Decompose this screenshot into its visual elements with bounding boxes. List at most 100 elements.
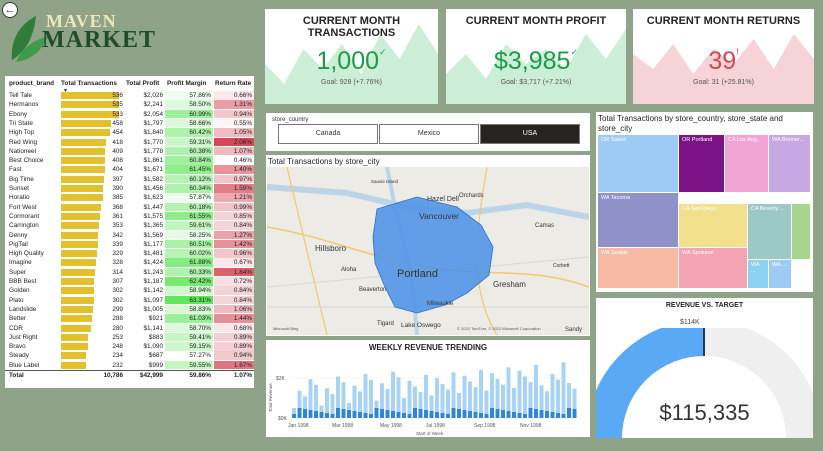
treemap-visual[interactable]: Total Transactions by store_country, sto… [596, 112, 813, 292]
table-row[interactable]: Ebony 533 $2,054 60.99% 0.94% [5, 109, 254, 119]
cell-margin: 62.42% [165, 277, 213, 286]
weekly-plot[interactable]: Total Revenue $2K $0K Jan 1998 Mar 1998 … [266, 352, 590, 437]
table-row[interactable]: Imagine 328 $1,424 61.88% 0.67% [5, 258, 254, 267]
cell-profit: $1,142 [143, 287, 163, 295]
kpi-card-transactions[interactable]: CURRENT MONTH TRANSACTIONS 1,000✓ Goal: 92… [265, 9, 438, 104]
table-row[interactable]: Plato 302 $1,097 63.31% 0.84% [5, 295, 254, 305]
cell-return-rate: 0.97% [214, 174, 254, 184]
header-brand[interactable]: product_brand [9, 80, 54, 87]
cell-profit: $1,424 [143, 259, 163, 267]
cell-brand: BBB Best [9, 278, 37, 285]
header-margin[interactable]: Profit Margin [167, 80, 206, 87]
kpi-value: 1,000✓ [316, 47, 387, 75]
table-row[interactable]: Red Wing 418 $1,770 59.31% 2.06% [5, 137, 254, 147]
treemap-cell[interactable]: WA Bremer... [769, 135, 810, 192]
weekly-revenue-chart[interactable]: WEEKLY REVENUE TRENDING Total Revenue $2… [266, 340, 590, 437]
weekly-bar-current [572, 409, 577, 418]
table-row[interactable]: Denny 342 $1,569 58.25% 1.27% [5, 230, 254, 240]
treemap-cell[interactable]: CA Los Ang... [725, 135, 768, 192]
weekly-bar-current [303, 409, 307, 418]
treemap-cell[interactable]: CA San Diego [679, 204, 747, 247]
treemap-cell[interactable]: WA Tacoma [598, 193, 678, 247]
cell-margin: 61.45% [165, 165, 213, 174]
table-row[interactable]: Big Time 397 $1,582 60.12% 0.97% [5, 174, 254, 184]
table-row[interactable]: Golden 302 $1,142 58.94% 0.84% [5, 286, 254, 295]
weekly-title: WEEKLY REVENUE TRENDING [368, 343, 488, 352]
slicer-option-mexico[interactable]: Mexico [379, 124, 479, 144]
table-row[interactable]: Super 314 $1,243 60.33% 1.84% [5, 267, 254, 277]
revenue-target-gauge[interactable]: REVENUE VS. TARGET $114K $115,335 [596, 298, 813, 438]
table-row[interactable]: Steady 234 $687 57.27% 0.94% [5, 351, 254, 360]
table-row[interactable]: Tri State 458 $1,797 58.66% 0.55% [5, 118, 254, 128]
treemap-cell[interactable]: WA ... [769, 260, 791, 288]
treemap-cell[interactable]: OR Salem [598, 135, 678, 192]
cell-return-rate: 0.84% [214, 286, 254, 295]
table-row[interactable]: Horatio 385 $1,623 57.87% 1.21% [5, 193, 254, 202]
cell-brand: Cormorant [9, 212, 40, 220]
table-row[interactable]: Fast 404 $1,671 61.45% 1.40% [5, 165, 254, 174]
cell-transactions: 234 [112, 352, 123, 360]
table-row[interactable]: CDR 280 $1,141 58.70% 0.68% [5, 323, 254, 333]
map-canvas[interactable]: Hazel Dell Orchards Vancouver Hillsboro … [267, 167, 589, 335]
cell-return-rate: 1.84% [214, 267, 254, 277]
svg-text:Jan 1998: Jan 1998 [288, 423, 309, 429]
cell-brand: Red Wing [9, 138, 38, 146]
header-return[interactable]: Return Rate [215, 80, 251, 87]
cell-transactions: 280 [112, 324, 123, 332]
cell-margin: 59.86% [189, 372, 211, 379]
table-row[interactable]: Tell Tale 536 $2,026 57.86% 0.66% [5, 91, 254, 100]
table-row[interactable]: Just Right 253 $883 59.41% 0.89% [5, 332, 254, 342]
city-map-visual[interactable]: Total Transactions by store_city Hazel D… [266, 155, 590, 336]
cell-brand: Hermanos [9, 101, 39, 109]
cell-transactions: 397 [112, 175, 123, 183]
header-profit[interactable]: Total Profit [126, 80, 159, 87]
treemap-cell[interactable]: WA ... [748, 260, 768, 288]
svg-text:$0K: $0K [278, 416, 288, 422]
weekly-bar [363, 374, 368, 418]
kpi-title: CURRENT MONTH TRANSACTIONS [302, 15, 401, 39]
weekly-bar-current [550, 412, 555, 418]
table-row[interactable]: High Top 454 $1,840 60.42% 1.05% [5, 128, 254, 137]
treemap-cell[interactable]: WA Seattle [598, 248, 678, 288]
treemap-cell[interactable]: CA Beverly ... [748, 204, 791, 259]
cell-return-rate: 1.31% [214, 100, 254, 109]
cell-transactions: 353 [112, 222, 123, 230]
table-total-row[interactable]: Total 10,786 $42,999 59.86% 1.07% [5, 370, 254, 379]
weekly-bar [484, 390, 489, 418]
cell-margin: 59.31% [165, 137, 213, 147]
cell-profit: $1,861 [143, 157, 163, 165]
table-row[interactable]: BBB Best 307 $1,187 62.42% 0.72% [5, 277, 254, 286]
treemap-cell[interactable] [792, 204, 810, 259]
kpi-card-profit[interactable]: CURRENT MONTH PROFIT $3,985✓ Goal: $3,717 … [446, 9, 626, 104]
table-row[interactable]: Bravo 248 $1,090 59.15% 0.89% [5, 342, 254, 351]
table-row[interactable]: Better 288 $921 61.03% 1.44% [5, 314, 254, 323]
cell-brand: Bravo [9, 343, 26, 351]
brand-performance-table[interactable]: product_brand Total Transactions Total P… [5, 76, 254, 388]
table-row[interactable]: High Quality 329 $1,481 60.02% 0.96% [5, 249, 254, 258]
kpi-card-returns[interactable]: CURRENT MONTH RETURNS 39! Goal: 31 (+25.81… [633, 9, 814, 104]
slicer-option-usa[interactable]: USA [480, 124, 580, 144]
table-row[interactable]: Best Choice 408 $1,861 60.84% 0.46% [5, 156, 254, 165]
svg-text:Sandy: Sandy [565, 327, 582, 333]
table-row[interactable]: Fort West 368 $1,447 60.18% 0.99% [5, 202, 254, 212]
table-row[interactable]: Blue Label 232 $999 59.55% 1.67% [5, 360, 254, 370]
weekly-bar-current [308, 410, 313, 418]
table-row[interactable]: Nationeel 409 $1,778 60.38% 1.07% [5, 146, 254, 156]
treemap-cell[interactable]: WA Spokane [679, 248, 747, 288]
table-row[interactable]: Landslide 299 $1,005 58.83% 1.06% [5, 304, 254, 314]
cell-profit: $1,623 [143, 194, 163, 202]
weekly-bar [479, 369, 483, 418]
svg-text:Mar 1998: Mar 1998 [332, 423, 353, 429]
header-transactions[interactable]: Total Transactions [61, 80, 117, 87]
treemap-cell[interactable]: OR Portland [679, 135, 724, 192]
weekly-bar-current [479, 413, 483, 418]
cell-brand: High Top [9, 129, 35, 137]
slicer-option-canada[interactable]: Canada [278, 124, 378, 144]
table-row[interactable]: Cormorant 361 $1,575 61.55% 0.85% [5, 211, 254, 221]
cell-return-rate: 1.67% [214, 360, 254, 370]
table-row[interactable]: Carrington 353 $1,365 59.61% 0.84% [5, 221, 254, 230]
table-row[interactable]: Sunset 390 $1,456 60.34% 1.59% [5, 184, 254, 193]
cell-brand: Blue Label [9, 361, 40, 369]
table-row[interactable]: Hermanos 535 $2,241 58.50% 1.31% [5, 100, 254, 109]
table-row[interactable]: PigTail 339 $1,177 60.51% 1.42% [5, 239, 254, 249]
